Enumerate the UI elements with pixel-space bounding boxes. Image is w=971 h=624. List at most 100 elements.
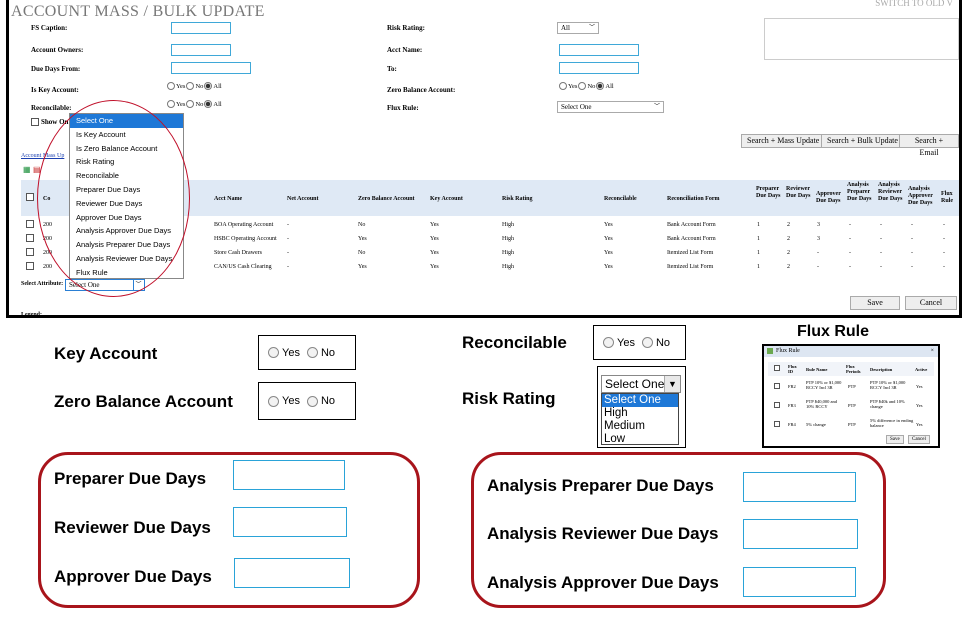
- radio-all[interactable]: [204, 100, 213, 108]
- radio-no[interactable]: [578, 82, 587, 90]
- column-header-approver-due[interactable]: Approver Due Days: [816, 191, 846, 205]
- acct-name-input[interactable]: [559, 44, 639, 56]
- cancel-button[interactable]: Cancel: [905, 296, 957, 310]
- chevron-down-icon: ▼: [664, 376, 680, 392]
- column-header-recon-form[interactable]: Reconciliation Form: [667, 196, 720, 203]
- row-checkbox[interactable]: [26, 262, 34, 270]
- row-checkbox[interactable]: [26, 234, 34, 242]
- flux-save-button[interactable]: Save: [886, 435, 904, 444]
- analysis-approver-due-days-input[interactable]: [743, 567, 856, 597]
- search-email-button[interactable]: Search + Email: [899, 134, 959, 157]
- flux-select-all-checkbox[interactable]: [774, 365, 780, 371]
- zero-balance-radios[interactable]: Yes No: [258, 382, 356, 420]
- risk-rating-select[interactable]: Select One ▼: [601, 375, 681, 393]
- key-account-radios[interactable]: Yes No: [258, 335, 356, 370]
- column-header-analysis-preparer-due[interactable]: Analysis Preparer Due Days: [847, 182, 875, 203]
- row-checkbox[interactable]: [774, 421, 780, 427]
- account-owners-input[interactable]: [171, 44, 231, 56]
- account-mass-update-screen: ACCOUNT MASS / BULK UPDATE SWITCH TO OLD…: [6, 0, 962, 318]
- search-mass-update-button[interactable]: Search + Mass Update: [741, 134, 826, 148]
- column-header-net-account[interactable]: Net Account: [287, 196, 319, 203]
- flux-rule-title: Flux Rule: [797, 323, 870, 340]
- acct-name-label: Acct Name:: [387, 46, 423, 54]
- risk-option[interactable]: Select One: [602, 394, 678, 407]
- analysis-approver-due-days-label: Analysis Approver Due Days: [487, 573, 719, 592]
- approver-due-days-input[interactable]: [234, 558, 350, 588]
- legend-label: Legend:: [21, 312, 42, 318]
- flux-rule-dialog: Flux Rule × Flux ID Rule Name Flux Perio…: [762, 344, 940, 448]
- show-only-checkbox[interactable]: [31, 118, 39, 126]
- reconcilable-label: Reconcilable:: [31, 104, 72, 112]
- key-account-title: Key Account: [54, 344, 158, 363]
- dialog-icon: [767, 348, 773, 354]
- zero-balance-title: Zero Balance Account: [54, 392, 233, 411]
- row-checkbox[interactable]: [774, 402, 780, 408]
- risk-rating-select[interactable]: All ﹀: [557, 22, 599, 34]
- fs-caption-label: FS Caption:: [31, 24, 68, 32]
- fs-caption-input[interactable]: [171, 22, 231, 34]
- export-excel-icon[interactable]: ▦: [23, 165, 31, 174]
- preparer-due-days-label: Preparer Due Days: [54, 469, 207, 488]
- risk-option[interactable]: Medium: [602, 420, 678, 433]
- column-header-analysis-approver-due[interactable]: Analysis Approver Due Days: [908, 186, 940, 207]
- is-key-account-label: Is Key Account:: [31, 86, 79, 94]
- radio-no[interactable]: [306, 395, 318, 407]
- zero-balance-radios[interactable]: Yes No All: [559, 82, 614, 90]
- radio-yes[interactable]: [167, 100, 175, 108]
- row-checkbox[interactable]: [26, 248, 34, 256]
- flux-rule-select[interactable]: Select One ﹀: [557, 101, 664, 113]
- radio-no[interactable]: [306, 347, 318, 358]
- column-header-preparer-due[interactable]: Preparer Due Days: [756, 186, 782, 200]
- radio-no[interactable]: [186, 100, 195, 108]
- flux-cancel-button[interactable]: Cancel: [908, 435, 930, 444]
- column-header-reconcilable[interactable]: Reconcilable: [604, 196, 637, 203]
- risk-option[interactable]: Low: [602, 433, 678, 446]
- risk-option[interactable]: High: [602, 407, 678, 420]
- page-title: ACCOUNT MASS / BULK UPDATE: [11, 3, 265, 20]
- radio-yes[interactable]: [268, 347, 279, 358]
- flux-dialog-titlebar: Flux Rule ×: [764, 346, 938, 357]
- radio-all[interactable]: [204, 82, 213, 90]
- preparer-due-days-input[interactable]: [233, 460, 345, 490]
- search-bulk-update-button[interactable]: Search + Bulk Update: [821, 134, 904, 148]
- notes-textarea[interactable]: [764, 18, 959, 60]
- column-header-key-account[interactable]: Key Account: [430, 196, 463, 203]
- account-owners-label: Account Owners:: [31, 46, 84, 54]
- is-key-account-radios[interactable]: Yes No All: [167, 82, 222, 90]
- risk-rating-options[interactable]: Select One High Medium Low: [601, 393, 679, 445]
- to-label: To:: [387, 65, 397, 73]
- analysis-reviewer-due-days-label: Analysis Reviewer Due Days: [487, 524, 719, 543]
- flux-table-row[interactable]: FR2 PTP 10% or $1,000 RCCY Incl 3R PTP P…: [768, 378, 934, 396]
- column-header-zero-balance[interactable]: Zero Balance Account: [358, 196, 415, 203]
- reviewer-due-days-input[interactable]: [233, 507, 347, 537]
- flux-table-row[interactable]: FR3 PTP $40,000 and 10% RCCY PTP PTP $40…: [768, 397, 934, 415]
- column-header-risk-rating[interactable]: Risk Rating: [502, 196, 533, 203]
- reconcilable-radios[interactable]: Yes No: [593, 325, 686, 360]
- select-all-checkbox[interactable]: [26, 193, 34, 201]
- switch-version-link[interactable]: SWITCH TO OLD V: [875, 0, 953, 8]
- due-days-from-input[interactable]: [171, 62, 251, 74]
- column-header-flux-rule[interactable]: Flux Rule: [941, 191, 959, 205]
- column-header-analysis-reviewer-due[interactable]: Analysis Reviewer Due Days: [878, 182, 906, 203]
- close-icon[interactable]: ×: [931, 346, 934, 357]
- reconcilable-title: Reconcilable: [462, 333, 567, 352]
- radio-yes[interactable]: [268, 395, 279, 407]
- due-days-to-input[interactable]: [559, 62, 639, 74]
- radio-yes[interactable]: [559, 82, 567, 90]
- analysis-reviewer-due-days-input[interactable]: [743, 519, 858, 549]
- radio-all[interactable]: [596, 82, 605, 90]
- save-button[interactable]: Save: [850, 296, 900, 310]
- row-checkbox[interactable]: [774, 383, 780, 389]
- due-days-from-label: Due Days From:: [31, 65, 81, 73]
- reconcilable-radios[interactable]: Yes No All: [167, 100, 222, 108]
- flux-rule-label: Flux Rule:: [387, 104, 419, 112]
- analysis-preparer-due-days-input[interactable]: [743, 472, 856, 502]
- radio-no[interactable]: [186, 82, 195, 90]
- radio-yes[interactable]: [603, 337, 614, 348]
- radio-yes[interactable]: [167, 82, 175, 90]
- row-checkbox[interactable]: [26, 220, 34, 228]
- column-header-acct-name[interactable]: Acct Name: [214, 196, 242, 203]
- flux-table-row[interactable]: FR4 5% change PTP 5% difference in endin…: [768, 416, 934, 434]
- radio-no[interactable]: [641, 337, 653, 348]
- column-header-reviewer-due[interactable]: Reviewer Due Days: [786, 186, 812, 200]
